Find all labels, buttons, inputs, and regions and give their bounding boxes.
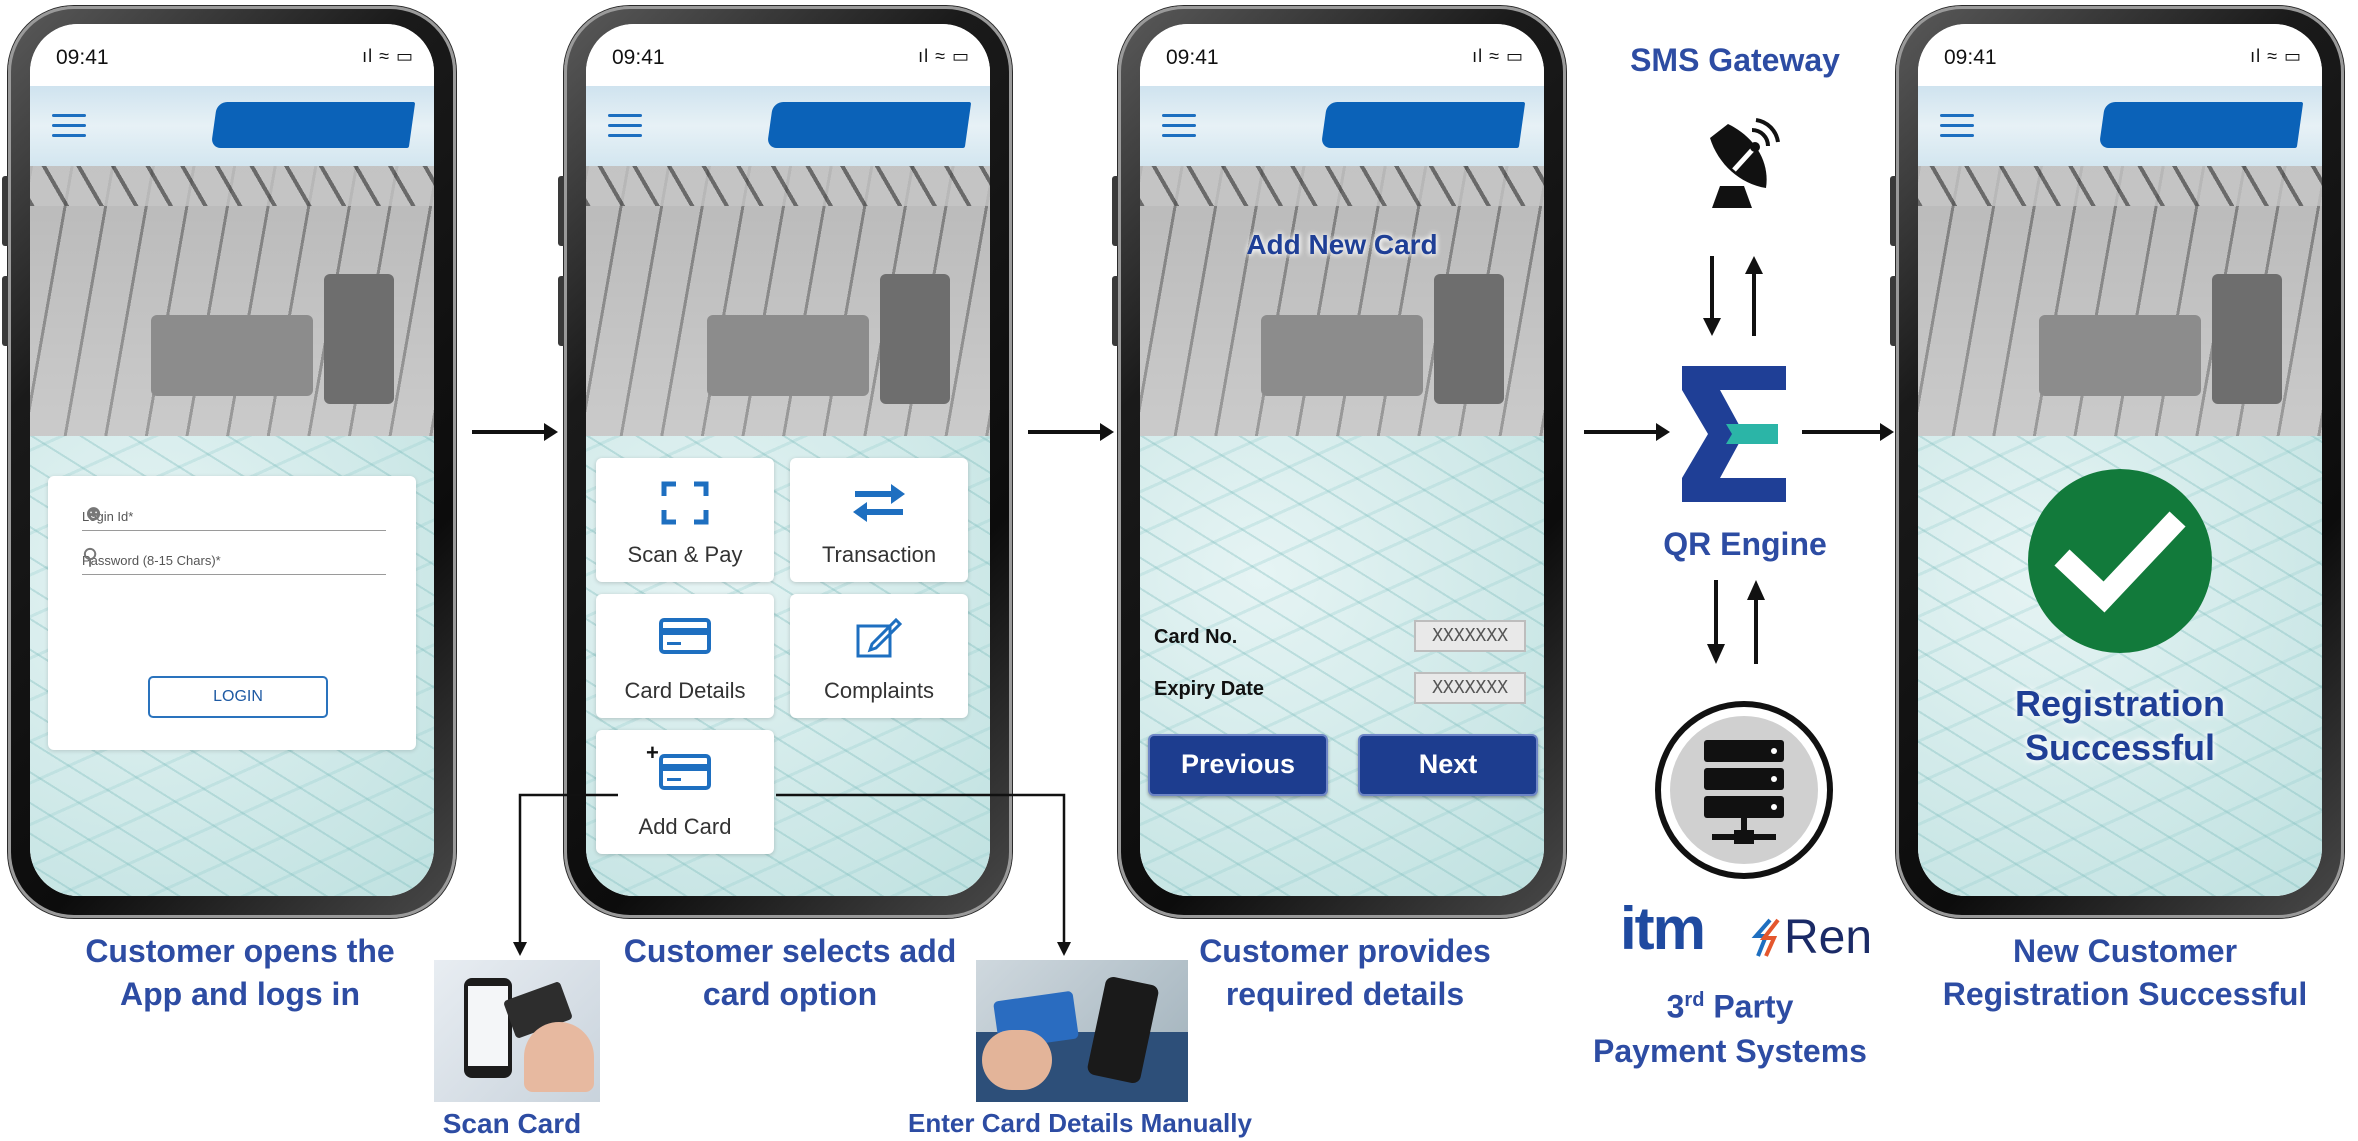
brand-logo-bar xyxy=(1320,102,1526,148)
step4-line2: Registration Successful xyxy=(1942,976,2308,1012)
expiry-input[interactable]: XXXXXXX xyxy=(1414,672,1526,704)
success-check-icon xyxy=(2028,469,2212,653)
manual-entry-caption: Enter Card Details Manually xyxy=(908,1108,1252,1138)
step2-line1: Customer selects add xyxy=(623,933,957,969)
phone-screen: 09:41 ıl ≈ ▭ Add New Card Card No. XXXXX… xyxy=(1140,24,1544,896)
brand-logo-bar xyxy=(2098,102,2304,148)
itm-logo: itm xyxy=(1620,895,1706,962)
third-party-superscript: rd xyxy=(1684,989,1705,1011)
step1-line2: App and logs in xyxy=(120,976,360,1012)
hamburger-menu-icon[interactable] xyxy=(1940,114,1974,138)
ren-logo: Ren xyxy=(1784,911,1873,964)
satellite-dish-icon xyxy=(1710,118,1780,208)
server-icon xyxy=(1655,701,1833,879)
bank-interior-image xyxy=(1918,166,2322,436)
flow-arrow-4 xyxy=(1802,423,1894,441)
success-line2: Successful xyxy=(2024,727,2216,768)
card-number-label: Card No. xyxy=(1154,626,1238,648)
third-party-line2: Payment Systems xyxy=(1593,1032,1867,1069)
next-button[interactable]: Next xyxy=(1358,734,1538,796)
phone-success: 09:41 ıl ≈ ▭ Registration Successful xyxy=(1890,6,2344,918)
step4-line1: New Customer xyxy=(2012,933,2238,969)
third-party-caption: 3rd Party Payment Systems xyxy=(1560,978,1900,1073)
app-header xyxy=(1918,86,2322,166)
flow-arrow-3 xyxy=(1584,423,1670,441)
status-bar: 09:41 ıl ≈ ▭ xyxy=(1140,24,1544,86)
marble-background xyxy=(1140,436,1544,896)
third-party-line1: Party xyxy=(1704,988,1794,1025)
app-header xyxy=(1140,86,1544,166)
hamburger-menu-icon[interactable] xyxy=(1162,114,1196,138)
status-bar: 09:41 ıl ≈ ▭ xyxy=(1918,24,2322,86)
previous-button[interactable]: Previous xyxy=(1148,734,1328,796)
success-message: Registration Successful xyxy=(1918,682,2322,770)
scan-card-photo xyxy=(434,960,600,1102)
step2-caption: Customer selects add card option xyxy=(590,930,990,1016)
bank-interior-image xyxy=(1140,166,1544,436)
third-party-number: 3 xyxy=(1666,988,1685,1025)
step3-line2: required details xyxy=(1225,976,1465,1012)
add-card-title: Add New Card xyxy=(1246,229,1438,260)
flow-arrow-2 xyxy=(1028,423,1114,441)
success-line1: Registration xyxy=(2014,683,2226,724)
status-icons: ıl ≈ ▭ xyxy=(1472,46,1524,66)
step3-line1: Customer provides xyxy=(1199,933,1491,969)
card-number-row: Card No. XXXXXXX xyxy=(1154,620,1526,654)
phone-add-card: 09:41 ıl ≈ ▭ Add New Card Card No. XXXXX… xyxy=(1112,6,1566,918)
qr-engine-logo-icon xyxy=(1682,366,1786,502)
status-icons: ıl ≈ ▭ xyxy=(2250,46,2302,66)
step1-caption: Customer opens the App and logs in xyxy=(30,930,450,1016)
status-time: 09:41 xyxy=(1944,46,1997,69)
sms-gateway-label: SMS Gateway xyxy=(1630,42,1840,78)
qr-engine-label: QR Engine xyxy=(1663,526,1827,562)
sms-exchange-arrows xyxy=(1703,256,1763,336)
step2-line2: card option xyxy=(702,976,878,1012)
scan-card-caption: Scan Card xyxy=(442,1108,582,1139)
expiry-label: Expiry Date xyxy=(1154,678,1265,700)
phone-screen: 09:41 ıl ≈ ▭ Registration Successful xyxy=(1918,24,2322,896)
payment-exchange-arrows xyxy=(1707,580,1765,664)
step1-line1: Customer opens the xyxy=(85,933,395,969)
card-number-input[interactable]: XXXXXXX xyxy=(1414,620,1526,652)
expiry-row: Expiry Date XXXXXXX xyxy=(1154,672,1526,706)
status-time: 09:41 xyxy=(1166,46,1219,69)
step3-caption: Customer provides required details xyxy=(1150,930,1540,1016)
ren-logo-icon xyxy=(1751,918,1780,957)
manual-entry-photo xyxy=(976,960,1188,1102)
step4-caption: New Customer Registration Successful xyxy=(1920,930,2330,1016)
